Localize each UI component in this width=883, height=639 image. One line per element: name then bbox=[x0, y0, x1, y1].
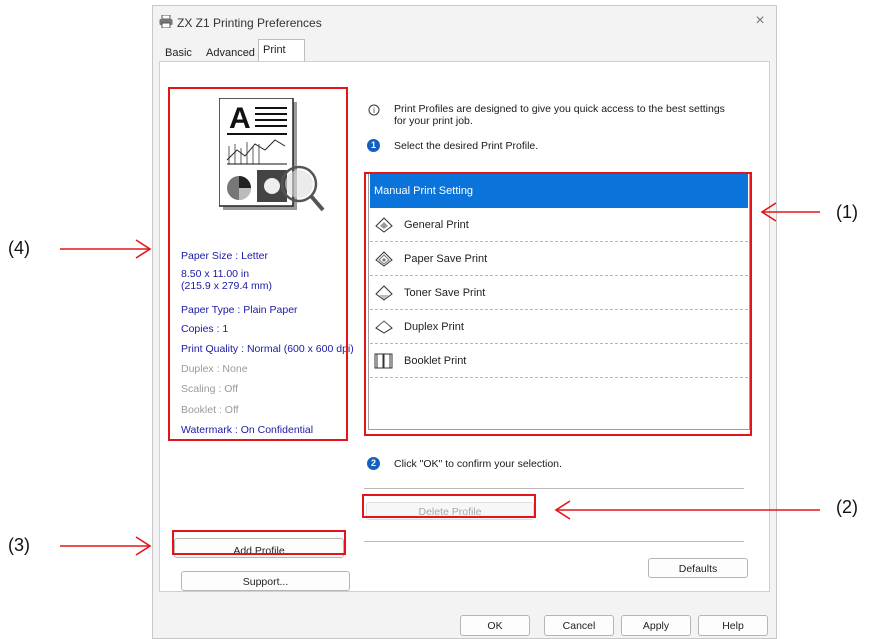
callout-arrows bbox=[60, 202, 820, 556]
callout-label-4: (4) bbox=[8, 238, 30, 258]
callout-label-3: (3) bbox=[8, 535, 30, 555]
callout-label-2: (2) bbox=[836, 497, 858, 517]
callout-label-1: (1) bbox=[836, 202, 858, 222]
